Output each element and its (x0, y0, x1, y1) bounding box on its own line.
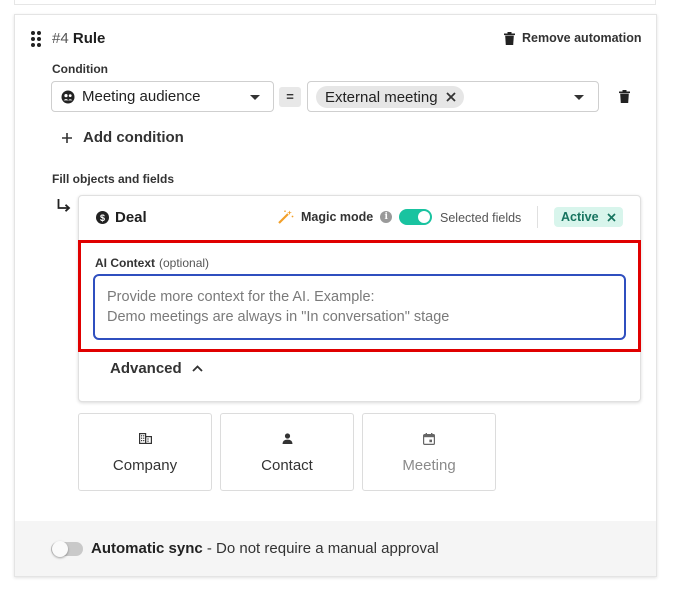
remove-automation-button[interactable]: Remove automation (504, 31, 641, 45)
drag-handle-icon[interactable] (31, 31, 41, 47)
automatic-sync-toggle[interactable] (51, 541, 83, 557)
close-icon[interactable] (606, 212, 616, 222)
condition-label: Condition (52, 62, 108, 76)
rule-number: #4 (52, 30, 69, 47)
condition-field-select[interactable]: Meeting audience (51, 81, 274, 112)
status-badge-label: Active (561, 210, 599, 224)
automatic-sync-text: Automatic sync - Do not require a manual… (91, 540, 439, 557)
object-card-label: Company (112, 457, 178, 474)
rule-title: #4 Rule (52, 30, 105, 47)
building-icon (138, 433, 152, 444)
automatic-sync-description: - Do not require a manual approval (202, 540, 439, 557)
magic-mode-label: Magic mode (301, 210, 374, 224)
operator-badge[interactable]: = (279, 87, 301, 107)
calendar-icon (423, 433, 435, 445)
automatic-sync-bar: Automatic sync - Do not require a manual… (15, 521, 656, 576)
divider (537, 206, 538, 228)
rule-name: Rule (72, 30, 106, 47)
ai-context-title: AI Context (95, 256, 155, 270)
object-card-company[interactable]: Company (78, 413, 212, 491)
remove-automation-label: Remove automation (522, 31, 642, 45)
add-condition-button[interactable]: Add condition (62, 129, 184, 146)
selected-fields-label: Selected fields (440, 211, 522, 225)
fill-objects-label: Fill objects and fields (52, 172, 175, 186)
object-card-meeting[interactable]: Meeting (362, 413, 496, 491)
ai-context-optional: (optional) (159, 256, 210, 270)
object-card-label: Meeting (402, 457, 456, 474)
dollar-icon: $ (96, 211, 109, 224)
object-card-label: Contact (261, 457, 313, 474)
sub-arrow-icon (57, 199, 71, 212)
add-condition-label: Add condition (83, 129, 184, 146)
object-card-contact[interactable]: Contact (220, 413, 354, 491)
delete-condition-icon[interactable] (619, 90, 630, 103)
value-chip: External meeting (316, 86, 464, 108)
deal-title-label: Deal (115, 209, 147, 226)
chevron-down-icon (574, 95, 584, 100)
previous-card-edge (14, 0, 656, 5)
person-icon (282, 433, 292, 444)
audience-icon (61, 90, 75, 104)
magic-mode-toggle[interactable] (399, 209, 432, 225)
status-badge: Active (554, 207, 623, 227)
trash-icon (504, 31, 515, 45)
chevron-up-icon (192, 365, 203, 372)
close-icon[interactable] (445, 92, 456, 102)
deal-title: $ Deal (96, 209, 147, 226)
automatic-sync-title: Automatic sync (91, 540, 203, 557)
ai-context-highlight: AI Context (optional) Provide more contex… (78, 240, 641, 352)
magic-mode: Magic mode i (278, 210, 393, 224)
advanced-label: Advanced (110, 360, 182, 377)
condition-value-select[interactable]: External meeting (307, 81, 599, 112)
ai-context-label: AI Context (optional) (95, 256, 209, 270)
ai-context-input[interactable]: Provide more context for the AI. Example… (93, 274, 626, 340)
condition-field-value: Meeting audience (82, 88, 201, 105)
advanced-toggle[interactable]: Advanced (110, 360, 203, 377)
value-chip-label: External meeting (325, 88, 438, 106)
chevron-down-icon (250, 95, 260, 100)
plus-icon (62, 132, 72, 143)
magic-wand-icon (278, 210, 294, 224)
info-icon[interactable]: i (380, 211, 393, 223)
